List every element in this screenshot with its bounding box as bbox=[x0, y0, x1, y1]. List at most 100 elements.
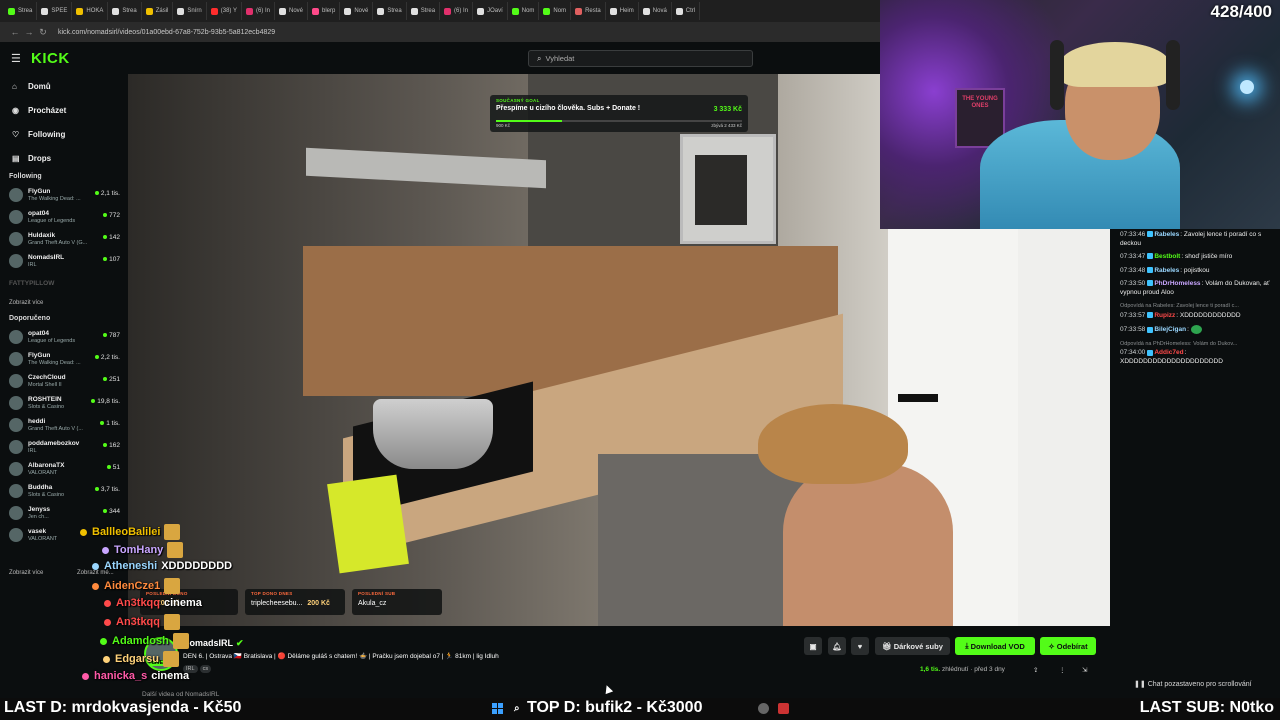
chat-username[interactable]: Rabeles bbox=[1154, 267, 1179, 274]
chat-username[interactable]: Bestbolt bbox=[1154, 253, 1180, 260]
browser-tab[interactable]: Snírn bbox=[173, 2, 207, 20]
follow-heart-button[interactable]: ♥ bbox=[851, 637, 869, 655]
browser-tab[interactable]: JOaví bbox=[473, 2, 508, 20]
chat-message[interactable]: 07:33:57 Rupizz: XDDDDDDDDDDDD bbox=[1120, 312, 1274, 321]
subscriber-badge-icon bbox=[1147, 280, 1154, 287]
browser-tab[interactable]: (6) In bbox=[440, 2, 474, 20]
reload-icon[interactable]: ↻ bbox=[36, 27, 50, 38]
browser-tab[interactable]: Strea bbox=[4, 2, 38, 20]
gift-subs-button[interactable]: 🎁︎ Dárkové suby bbox=[875, 637, 950, 655]
browser-tab[interactable]: Nom bbox=[508, 2, 540, 20]
chat-paused-notice[interactable]: ❚❚ Chat pozastaveno pro scrollování bbox=[1134, 680, 1252, 688]
taskbar-app-icon-2[interactable] bbox=[778, 703, 789, 714]
subscriber-badge-icon bbox=[1147, 231, 1154, 238]
chat-message[interactable]: 07:33:58 BilejCigan: bbox=[1120, 325, 1274, 335]
browser-tab[interactable]: (38) Y bbox=[207, 2, 242, 20]
sidebar-channel[interactable]: AlbaronaTX VALORANT 51 bbox=[0, 458, 128, 480]
donation-box: TOP DONO DNES triplecheesebu... 200 Kč bbox=[245, 589, 345, 615]
show-more-recommended[interactable]: Zobrazit více bbox=[0, 564, 60, 582]
clip-button[interactable]: ▣ bbox=[804, 637, 822, 655]
chat-username[interactable]: Rabeles bbox=[1154, 231, 1179, 238]
browser-tab[interactable]: blerp bbox=[308, 2, 341, 20]
browser-tab[interactable]: HOKA bbox=[72, 2, 109, 20]
chat-message[interactable]: 07:33:50 PhDrHomeless: Volám do Dukovan, … bbox=[1120, 280, 1274, 297]
url-text[interactable]: kick.com/nomadsirl/videos/01a00ebd-67a8-… bbox=[58, 29, 275, 36]
browser-tab[interactable]: Zásil bbox=[142, 2, 174, 20]
notification-button[interactable]: 🔔︎ bbox=[828, 637, 846, 655]
chat-message[interactable]: 07:33:48 Rabeles: pojistkou bbox=[1120, 267, 1274, 276]
windows-start-icon[interactable] bbox=[492, 703, 503, 714]
viewer-count: 19,8 tis. bbox=[91, 398, 120, 405]
browser-tab[interactable]: Resta bbox=[571, 2, 606, 20]
sidebar-item-drops[interactable]: ▤ Drops bbox=[0, 146, 128, 170]
sidebar-channel[interactable]: NomadsIRL IRL 107 bbox=[0, 250, 128, 272]
sidebar-channel[interactable]: heddi Grand Theft Auto V (... 1 tis. bbox=[0, 414, 128, 436]
sidebar-item-following[interactable]: ♡ Following bbox=[0, 122, 128, 146]
taskbar-app-icon[interactable] bbox=[758, 703, 769, 714]
share-icon[interactable]: ⇪ bbox=[1033, 666, 1038, 674]
sidebar-channel[interactable]: ROSHTEIN Slots & Casino 19,8 tis. bbox=[0, 392, 128, 414]
chat-username[interactable]: BilejCigan bbox=[1154, 326, 1186, 333]
kick-logo[interactable]: KICK bbox=[31, 50, 70, 67]
chat-message[interactable]: 07:33:47 Bestbolt: shoď jističe míro bbox=[1120, 253, 1274, 262]
channel-avatar bbox=[9, 440, 23, 454]
back-arrow-icon[interactable]: ← bbox=[8, 27, 22, 37]
taskbar-search-icon[interactable]: ⌕ bbox=[514, 703, 525, 714]
chat-paused-text: Chat pozastaveno pro scrollování bbox=[1147, 681, 1252, 688]
sidebar-channel[interactable]: Huldaxik Grand Theft Auto V (G... 142 bbox=[0, 228, 128, 250]
browser-tab[interactable]: Nové bbox=[275, 2, 308, 20]
sidebar-item-domů[interactable]: ⌂ Domů bbox=[0, 74, 128, 98]
stream-tag[interactable]: cs bbox=[199, 665, 212, 673]
browser-tab[interactable]: SPEE bbox=[37, 2, 73, 20]
collapse-chat-icon[interactable]: ⇲ bbox=[1082, 666, 1087, 674]
browser-tab[interactable]: Ctrl bbox=[672, 2, 701, 20]
sidebar-channel[interactable]: FlyGun The Walking Dead: ... 2,1 tis. bbox=[0, 184, 128, 206]
browser-tab[interactable]: Nom bbox=[539, 2, 572, 20]
goal-label: SOUČASNÝ GOAL bbox=[496, 98, 540, 103]
goal-progress-fill bbox=[496, 120, 563, 122]
browser-tab[interactable]: (6) In bbox=[242, 2, 275, 20]
menu-icon[interactable]: ☰ bbox=[11, 52, 23, 65]
download-vod-button[interactable]: ⤓ Download VOD bbox=[955, 637, 1035, 655]
channel-name: vasek bbox=[28, 527, 47, 535]
address-bar[interactable]: ← → ↻ kick.com/nomadsirl/videos/01a00ebd… bbox=[0, 22, 880, 42]
chat-username[interactable]: PhDrHomeless bbox=[1154, 280, 1200, 287]
subscribe-label: Odebírat bbox=[1056, 641, 1088, 651]
chat-message[interactable]: 07:34:00 Addic7ed: XDDDDDDDDDDDDDDDDDDDDD bbox=[1120, 349, 1274, 366]
sidebar-item-procházet[interactable]: ◉ Procházet bbox=[0, 98, 128, 122]
sidebar-channel[interactable]: opat04 League of Legends 772 bbox=[0, 206, 128, 228]
channel-text: poddamebozkov IRL bbox=[28, 440, 79, 455]
viewer-count: 2,1 tis. bbox=[95, 190, 120, 197]
forward-arrow-icon[interactable]: → bbox=[22, 27, 36, 37]
chat-panel[interactable]: 07:33:46 Rabeles: Zavolej lence ti poradí… bbox=[1110, 229, 1280, 700]
video-yellow-bag bbox=[327, 474, 409, 574]
sidebar-channel[interactable]: FlyGun The Walking Dead: ... 2,2 tis. bbox=[0, 348, 128, 370]
subscribe-button[interactable]: ✧ Odebírat bbox=[1040, 637, 1096, 655]
browser-tab[interactable]: Strea bbox=[108, 2, 142, 20]
browser-tab[interactable]: Heim bbox=[606, 2, 639, 20]
browser-tab[interactable]: Strea bbox=[373, 2, 407, 20]
tab-favicon-icon bbox=[312, 7, 319, 15]
sidebar-channel[interactable]: Buddha Slots & Casino 3,7 tis. bbox=[0, 480, 128, 502]
sidebar-offline-channel[interactable]: FATTYPILLOW bbox=[0, 272, 128, 294]
sidebar-channel[interactable]: poddamebozkov IRL 162 bbox=[0, 436, 128, 458]
more-options-icon[interactable]: ⋮ bbox=[1059, 666, 1066, 674]
pause-icon: ❚❚ bbox=[1134, 681, 1148, 688]
browser-tab[interactable]: Strea bbox=[407, 2, 441, 20]
channel-name-row[interactable]: NomadsIRL ✔ bbox=[183, 638, 244, 649]
browser-tab[interactable]: Nové bbox=[340, 2, 374, 20]
browser-tab[interactable]: Nová bbox=[639, 2, 672, 20]
donation-box: POSLEDNÍ SUB Akula_cz bbox=[352, 589, 442, 615]
chat-username[interactable]: Rupizz bbox=[1154, 312, 1175, 319]
sidebar-channel[interactable]: Jenyss Jen ch... 344 bbox=[0, 502, 128, 524]
show-more-following[interactable]: Zobrazit více bbox=[0, 294, 128, 312]
sidebar-channel[interactable]: CzechCloud Mortal Shell II 251 bbox=[0, 370, 128, 392]
subscriber-badge-icon bbox=[1147, 349, 1154, 356]
chat-username[interactable]: Addic7ed bbox=[1154, 349, 1183, 356]
overlay-chat-text: cinema bbox=[151, 670, 190, 682]
channel-name[interactable]: NomadsIRL bbox=[183, 638, 233, 648]
chat-text: XDDDDDDDDDDDDDDDDDDDDD bbox=[1120, 357, 1223, 365]
sidebar-channel[interactable]: opat04 League of Legends 787 bbox=[0, 326, 128, 348]
search-input[interactable]: ⌕ Vyhledat bbox=[528, 50, 753, 67]
chat-message[interactable]: 07:33:46 Rabeles: Zavolej lence ti poradí… bbox=[1120, 231, 1274, 248]
